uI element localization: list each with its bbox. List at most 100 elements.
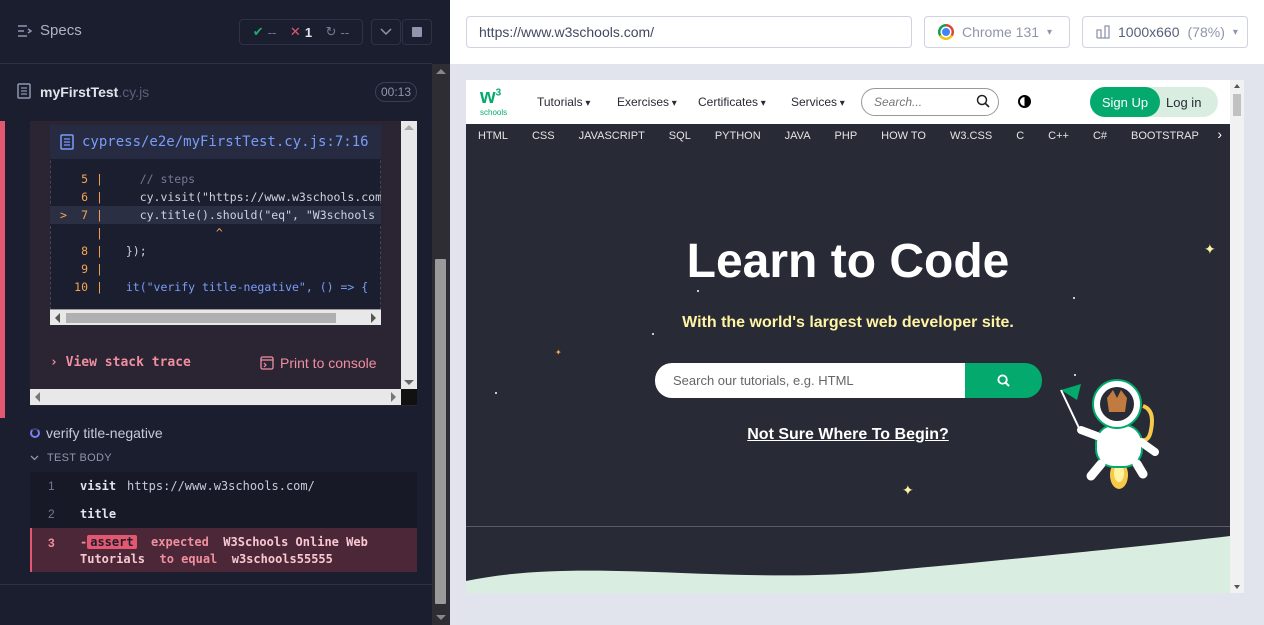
topic-bar: HTML CSS JAVASCRIPT SQL PYTHON JAVA PHP … [466,124,1230,148]
star-dot [652,333,654,335]
signup-button[interactable]: Sign Up [1090,87,1160,117]
hero-subtitle: With the world's largest web developer s… [682,314,1014,331]
topic-bootstrap[interactable]: BOOTSTRAP [1119,130,1211,142]
topic-html[interactable]: HTML [466,130,520,142]
code-line: 5 | // steps [81,172,196,186]
nav-services[interactable]: Services [791,95,845,109]
view-stack-trace-button[interactable]: › View stack trace [50,355,191,370]
auth-buttons: Sign Up Log in [1090,87,1218,117]
topic-w3css[interactable]: W3.CSS [938,130,1004,142]
nav-tutorials[interactable]: Tutorials [537,95,590,109]
chevron-down-icon: ▾ [1232,26,1238,38]
code-frame-scrollbar[interactable] [50,309,381,325]
star-dot [1073,297,1075,299]
wave-decoration [466,525,1230,593]
check-icon: ✔ [252,24,264,39]
spinner-icon [30,428,40,438]
spinner-icon: ↻ [325,24,337,39]
file-icon [17,83,31,99]
aut-iframe: w3 schools Tutorials Exercises Certifica… [466,80,1244,593]
toggle-button[interactable] [371,19,401,45]
code-frame-lines: 5 | // steps 6 | cy.visit("https://www.w3s… [50,170,381,298]
topic-cpp[interactable]: C++ [1036,130,1081,142]
stop-icon [412,27,422,37]
topic-c[interactable]: C [1004,130,1036,142]
nav-certificates[interactable]: Certificates [698,95,766,109]
topic-css[interactable]: CSS [520,130,567,142]
spec-file-header[interactable]: myFirstTest.cy.js 00:13 [0,72,432,112]
star-decoration: ✦ [555,348,562,357]
star-dot [495,392,497,394]
file-icon [60,134,74,150]
error-scrollbar-horizontal[interactable] [30,389,401,405]
viewport-selector[interactable]: 1000x660 (78%) ▾ [1082,16,1248,48]
code-line: 6 | cy.visit("https://www.w3schools.com [81,190,381,204]
specs-icon [18,24,32,37]
hero-search-button[interactable] [965,363,1042,398]
error-actions: › View stack trace Print to console [50,352,390,376]
topic-sql[interactable]: SQL [657,130,703,142]
star-dot [697,290,699,292]
viewport-icon [1096,25,1110,39]
reporter-scrollbar[interactable] [432,64,450,625]
test-title[interactable]: verify title-negative [30,425,163,441]
chevron-down-icon [30,455,39,461]
test-body-header[interactable]: TEST BODY [30,452,112,464]
console-icon [260,356,274,370]
hero-section: ✦ ✦ ✦ ✦ Learn to Code With the world's l… [466,148,1230,584]
specs-label: Specs [40,22,82,39]
topic-java[interactable]: JAVA [773,130,823,142]
reporter-panel: Specs ✔ -- ✕ 1 ↻ -- myFirstTest.cy.js 00:13… [0,0,450,625]
topic-python[interactable]: PYTHON [703,130,773,142]
command-row[interactable]: 2 title [30,500,417,528]
browser-selector[interactable]: Chrome 131 ▾ [924,16,1070,48]
code-frame-location-link[interactable]: cypress/e2e/myFirstTest.cy.js:7:16 [50,125,381,159]
chevron-right-icon[interactable]: › [1217,126,1222,142]
stop-button[interactable] [402,19,432,45]
pending-count: ↻ -- [325,24,350,40]
chrome-icon [938,24,954,40]
site-wave-section [466,525,1230,593]
chevron-down-icon [380,28,392,36]
topic-howto[interactable]: HOW TO [869,130,938,142]
search-icon [997,374,1010,387]
reporter-header: Specs ✔ -- ✕ 1 ↻ -- [0,0,432,64]
w3schools-logo[interactable]: w3 schools [478,86,514,118]
x-icon: ✕ [289,24,301,39]
star-decoration: ✦ [902,482,914,498]
command-row[interactable]: 1 visit https://www.w3schools.com/ [30,472,417,500]
spec-duration: 00:13 [375,82,418,102]
nav-exercises[interactable]: Exercises [617,95,677,109]
site-topnav: w3 schools Tutorials Exercises Certifica… [466,80,1230,124]
code-line-caret: | ^ [96,226,223,240]
command-row-failed[interactable]: 3 - assert expected W3Schools Online Web … [30,528,417,572]
chevron-down-icon: ▾ [1047,26,1053,38]
passed-count: ✔ -- [252,24,277,40]
print-to-console-button[interactable]: Print to console [260,355,377,371]
command-log: 1 visit https://www.w3schools.com/ 2 tit… [30,472,417,572]
specs-button[interactable]: Specs [16,22,82,39]
hero-search-input[interactable]: Search our tutorials, e.g. HTML [655,363,965,398]
hero-title: Learn to Code [686,235,1010,288]
spec-file-name: myFirstTest.cy.js [40,84,150,100]
code-line: 10 | it("verify title-negative", () => { [74,280,369,294]
topic-php[interactable]: PHP [823,130,870,142]
test-stats: ✔ -- ✕ 1 ↻ -- [239,19,363,45]
code-line: 8 | }); [81,244,147,258]
app-under-test-panel: https://www.w3schools.com/ Chrome 131 ▾ … [450,0,1264,625]
topic-csharp[interactable]: C# [1081,130,1119,142]
search-icon [976,94,990,108]
site-scrollbar[interactable] [1230,80,1244,593]
topic-javascript[interactable]: JAVASCRIPT [567,130,657,142]
contrast-icon[interactable] [1018,95,1031,108]
login-button[interactable]: Log in [1166,95,1201,110]
code-line: 9 | [81,262,103,276]
code-line-error: >7 | cy.title().should("eq", "W3schools [50,206,381,224]
aut-toolbar: https://www.w3schools.com/ Chrome 131 ▾ … [450,0,1264,64]
site-search-input[interactable]: Search... [861,88,999,116]
astronaut-illustration [1060,379,1159,489]
url-bar[interactable]: https://www.w3schools.com/ [466,16,912,48]
error-indicator-bar [0,121,5,418]
divider [0,584,432,585]
error-scrollbar-vertical[interactable] [401,121,417,389]
